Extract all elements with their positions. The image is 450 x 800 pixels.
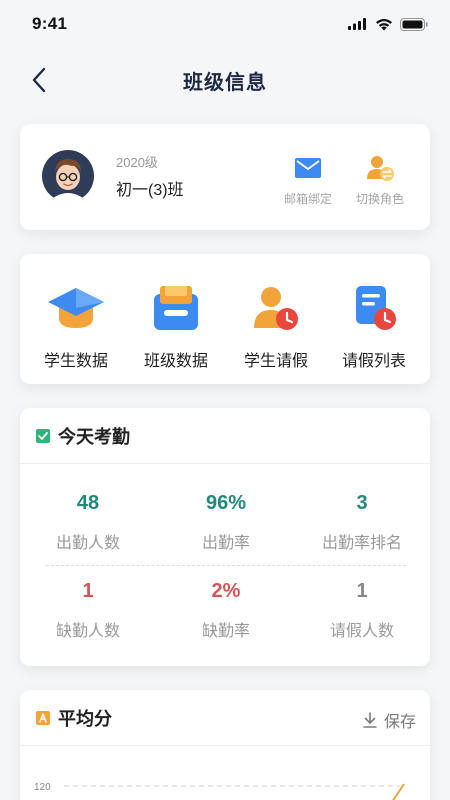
average-score-chart: 120 (34, 782, 405, 800)
menu-card: 学生数据 班级数据 学生请假 请假列表 (20, 254, 430, 384)
attendance-card: 今天考勤 48 出勤人数 96% 出勤率 3 出勤率排名 1 缺勤人数 2% 缺… (20, 408, 430, 666)
check-square-icon (36, 428, 50, 443)
page-title: 班级信息 (183, 71, 267, 94)
menu-item-student-leave[interactable]: 学生请假 (228, 282, 324, 371)
stat-label: 出勤人数 (55, 535, 120, 552)
menu-label: 学生请假 (243, 353, 308, 370)
switch-role-icon (367, 156, 394, 181)
class-name: 初一(3)班 (116, 182, 184, 199)
switch-role-label: 切换角色 (355, 192, 404, 206)
attendance-title: 今天考勤 (58, 426, 130, 447)
stat-label: 出勤率 (201, 535, 250, 552)
switch-role-button[interactable]: 切换角色 (350, 154, 410, 207)
back-chevron-icon[interactable] (28, 66, 52, 94)
stat-absent-count: 1 缺勤人数 (18, 580, 158, 641)
stat-label: 请假人数 (329, 623, 394, 640)
wifi-icon (376, 18, 392, 30)
stat-value: 2% (211, 580, 241, 602)
stat-value: 1 (356, 580, 368, 602)
class-box-icon (154, 286, 198, 330)
menu-item-leave-list[interactable]: 请假列表 (326, 282, 422, 371)
download-icon (363, 712, 377, 728)
score-title: 平均分 (58, 708, 112, 729)
nav-bar: 班级信息 (0, 56, 450, 104)
profile-card: 2020级 初一(3)班 邮箱绑定 切换角色 (20, 124, 430, 230)
menu-label: 请假列表 (341, 353, 406, 370)
stat-label: 缺勤率 (201, 623, 250, 640)
stat-leave-count: 1 请假人数 (292, 580, 432, 641)
y-tick-label: 120 (34, 782, 51, 793)
status-bar: 9:41 (0, 0, 450, 48)
student-leave-icon (254, 287, 298, 330)
save-label: 保存 (383, 714, 416, 731)
status-icons (348, 17, 428, 31)
save-button[interactable]: 保存 (362, 708, 416, 732)
menu-item-class-data[interactable]: 班级数据 (128, 282, 224, 371)
attendance-header: 今天考勤 (20, 408, 430, 464)
stat-present-count: 48 出勤人数 (18, 492, 158, 553)
stat-label: 出勤率排名 (321, 535, 402, 552)
grade-label: 2020级 (116, 155, 158, 170)
score-card: 平均分 保存 120 (20, 690, 430, 800)
stat-value: 96% (205, 492, 247, 514)
menu-label: 学生数据 (43, 353, 108, 370)
stat-absent-rate: 2% 缺勤率 (156, 580, 296, 641)
status-time: 9:41 (32, 14, 68, 33)
stat-attendance-rank: 3 出勤率排名 (292, 492, 432, 553)
email-bind-button[interactable]: 邮箱绑定 (278, 154, 338, 207)
score-badge-icon (36, 710, 50, 725)
menu-item-student-data[interactable]: 学生数据 (28, 282, 124, 371)
stat-value: 1 (82, 580, 94, 602)
envelope-icon (295, 158, 321, 178)
email-bind-label: 邮箱绑定 (283, 192, 332, 206)
stat-attendance-rate: 96% 出勤率 (156, 492, 296, 553)
graduation-cap-icon (48, 288, 104, 328)
battery-icon (400, 17, 428, 31)
leave-list-icon (356, 286, 396, 330)
stat-label: 缺勤人数 (55, 623, 120, 640)
dashed-divider (46, 565, 406, 566)
cellular-signal-icon (348, 18, 366, 30)
stat-value: 3 (356, 492, 368, 514)
stat-value: 48 (76, 492, 100, 514)
avatar (42, 150, 94, 202)
menu-label: 班级数据 (143, 353, 208, 370)
